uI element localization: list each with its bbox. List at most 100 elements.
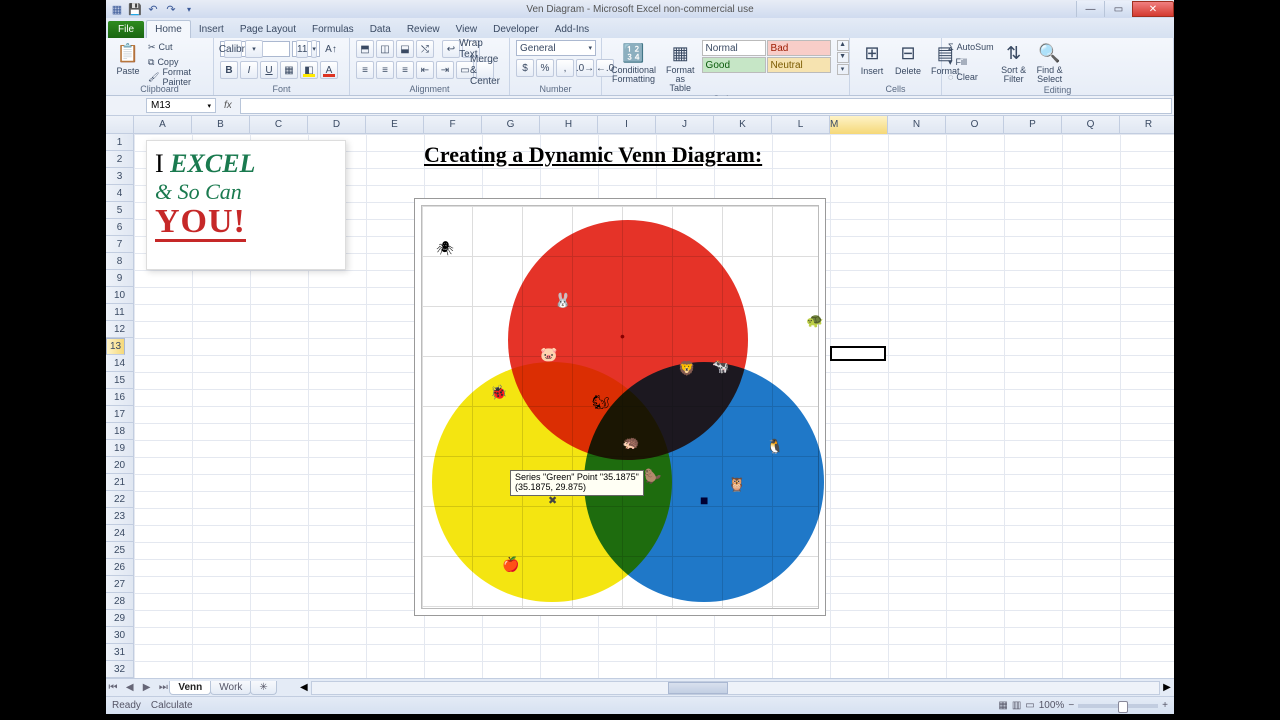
column-header-I[interactable]: I bbox=[598, 116, 656, 133]
sheet-tab-venn[interactable]: Venn bbox=[169, 681, 211, 695]
style-good[interactable]: Good bbox=[702, 57, 766, 73]
style-bad[interactable]: Bad bbox=[767, 40, 831, 56]
style-more[interactable]: ▾ bbox=[837, 64, 849, 75]
sheet-nav-last[interactable]: ⏭ bbox=[156, 682, 170, 693]
sheet-nav-first[interactable]: ⏮ bbox=[106, 682, 120, 693]
venn-chart[interactable]: 🕷 🐰 🐷 🦁 🐄 🐞 🐿 🦔 🐧 🦫 🦉 🐢 bbox=[414, 198, 826, 616]
fx-icon[interactable]: fx bbox=[218, 100, 238, 111]
hscroll-thumb[interactable] bbox=[668, 682, 728, 694]
view-layout-icon[interactable]: ▥ bbox=[1012, 700, 1021, 711]
tab-page-layout[interactable]: Page Layout bbox=[232, 21, 304, 38]
column-header-H[interactable]: H bbox=[540, 116, 598, 133]
sheet-nav-next[interactable]: ▶ bbox=[140, 682, 154, 693]
number-format-select[interactable]: General▾ bbox=[516, 40, 596, 56]
merge-center-button[interactable]: ▭Merge & Center bbox=[456, 61, 494, 79]
column-header-J[interactable]: J bbox=[656, 116, 714, 133]
row-header-10[interactable]: 10 bbox=[106, 287, 133, 304]
tab-home[interactable]: Home bbox=[146, 20, 191, 38]
sheet-tab-new[interactable]: ✳ bbox=[250, 681, 276, 695]
zoom-out-button[interactable]: − bbox=[1068, 700, 1074, 711]
zoom-level[interactable]: 100% bbox=[1039, 700, 1065, 711]
column-header-M[interactable]: M bbox=[830, 116, 888, 134]
row-header-2[interactable]: 2 bbox=[106, 151, 133, 168]
row-header-28[interactable]: 28 bbox=[106, 593, 133, 610]
row-header-29[interactable]: 29 bbox=[106, 610, 133, 627]
row-header-3[interactable]: 3 bbox=[106, 168, 133, 185]
format-painter-button[interactable]: 🖌Format Painter bbox=[148, 70, 207, 84]
row-header-20[interactable]: 20 bbox=[106, 457, 133, 474]
row-header-26[interactable]: 26 bbox=[106, 559, 133, 576]
row-header-19[interactable]: 19 bbox=[106, 440, 133, 457]
row-header-1[interactable]: 1 bbox=[106, 134, 133, 151]
column-header-C[interactable]: C bbox=[250, 116, 308, 133]
sort-filter-button[interactable]: ⇅Sort & Filter bbox=[998, 40, 1030, 85]
bold-button[interactable]: B bbox=[220, 61, 238, 79]
row-header-22[interactable]: 22 bbox=[106, 491, 133, 508]
autosum-button[interactable]: ΣAutoSum bbox=[948, 40, 994, 54]
underline-button[interactable]: U bbox=[260, 61, 278, 79]
align-center-button[interactable]: ≡ bbox=[376, 61, 394, 79]
row-header-14[interactable]: 14 bbox=[106, 355, 133, 372]
column-header-P[interactable]: P bbox=[1004, 116, 1062, 133]
logo-image[interactable]: I EXCEL & So Can YOU! bbox=[146, 140, 346, 270]
tab-addins[interactable]: Add-Ins bbox=[547, 21, 597, 38]
zoom-slider[interactable] bbox=[1078, 704, 1158, 708]
qat-menu-icon[interactable]: ▾ bbox=[182, 2, 196, 16]
font-color-button[interactable]: A bbox=[320, 61, 338, 79]
column-header-E[interactable]: E bbox=[366, 116, 424, 133]
row-header-16[interactable]: 16 bbox=[106, 389, 133, 406]
row-header-23[interactable]: 23 bbox=[106, 508, 133, 525]
format-as-table-button[interactable]: ▦Format as Table bbox=[663, 40, 698, 94]
row-header-27[interactable]: 27 bbox=[106, 576, 133, 593]
style-scroll-down[interactable]: ▼ bbox=[837, 52, 849, 63]
column-header-F[interactable]: F bbox=[424, 116, 482, 133]
style-scroll-up[interactable]: ▲ bbox=[837, 40, 849, 51]
row-header-15[interactable]: 15 bbox=[106, 372, 133, 389]
horizontal-scrollbar[interactable]: ◀ ▶ bbox=[297, 681, 1174, 695]
row-header-7[interactable]: 7 bbox=[106, 236, 133, 253]
undo-icon[interactable]: ↶ bbox=[146, 2, 160, 16]
row-header-32[interactable]: 32 bbox=[106, 661, 133, 678]
row-header-5[interactable]: 5 bbox=[106, 202, 133, 219]
name-box[interactable]: M13▾ bbox=[146, 98, 216, 113]
tab-insert[interactable]: Insert bbox=[191, 21, 232, 38]
row-header-18[interactable]: 18 bbox=[106, 423, 133, 440]
row-header-8[interactable]: 8 bbox=[106, 253, 133, 270]
grow-font-button[interactable]: A↑ bbox=[322, 40, 340, 58]
align-right-button[interactable]: ≡ bbox=[396, 61, 414, 79]
column-header-G[interactable]: G bbox=[482, 116, 540, 133]
row-header-13[interactable]: 13 bbox=[106, 338, 125, 355]
align-bottom-button[interactable]: ⬓ bbox=[396, 40, 414, 58]
currency-button[interactable]: $ bbox=[516, 59, 534, 77]
column-header-R[interactable]: R bbox=[1120, 116, 1174, 133]
italic-button[interactable]: I bbox=[240, 61, 258, 79]
view-normal-icon[interactable]: ▦ bbox=[998, 700, 1007, 711]
font-size-select[interactable]: 11▾ bbox=[292, 41, 320, 57]
redo-icon[interactable]: ↷ bbox=[164, 2, 178, 16]
active-cell[interactable] bbox=[830, 346, 886, 361]
increase-decimal-button[interactable]: .0→ bbox=[576, 59, 594, 77]
row-header-9[interactable]: 9 bbox=[106, 270, 133, 287]
tab-developer[interactable]: Developer bbox=[485, 21, 547, 38]
delete-cells-button[interactable]: ⊟Delete bbox=[892, 40, 924, 77]
conditional-formatting-button[interactable]: 🔢Conditional Formatting bbox=[608, 40, 659, 85]
find-select-button[interactable]: 🔍Find & Select bbox=[1034, 40, 1066, 85]
fill-color-button[interactable]: ◧ bbox=[300, 61, 318, 79]
row-header-12[interactable]: 12 bbox=[106, 321, 133, 338]
clear-button[interactable]: ◌Clear bbox=[948, 70, 994, 84]
save-icon[interactable]: 💾 bbox=[128, 2, 142, 16]
row-header-24[interactable]: 24 bbox=[106, 525, 133, 542]
tab-review[interactable]: Review bbox=[399, 21, 448, 38]
tab-formulas[interactable]: Formulas bbox=[304, 21, 362, 38]
row-header-6[interactable]: 6 bbox=[106, 219, 133, 236]
cells-grid[interactable]: I EXCEL & So Can YOU! Creating a Dynamic… bbox=[134, 134, 1174, 678]
row-header-31[interactable]: 31 bbox=[106, 644, 133, 661]
column-header-L[interactable]: L bbox=[772, 116, 830, 133]
border-button[interactable]: ▦ bbox=[280, 61, 298, 79]
style-neutral[interactable]: Neutral bbox=[767, 57, 831, 73]
row-header-30[interactable]: 30 bbox=[106, 627, 133, 644]
align-middle-button[interactable]: ◫ bbox=[376, 40, 394, 58]
column-header-D[interactable]: D bbox=[308, 116, 366, 133]
column-header-A[interactable]: A bbox=[134, 116, 192, 133]
indent-dec-button[interactable]: ⇤ bbox=[416, 61, 434, 79]
